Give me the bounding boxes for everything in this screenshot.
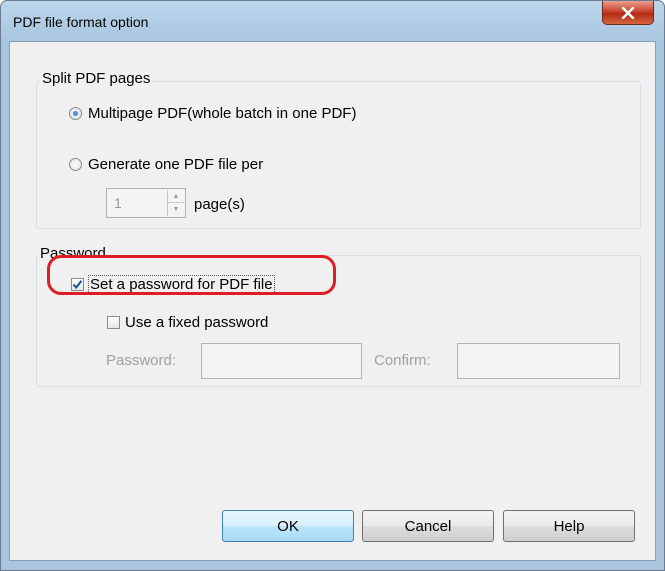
- pages-unit-label: page(s): [194, 196, 245, 213]
- confirm-input[interactable]: [457, 343, 620, 379]
- multipage-label: Multipage PDF(whole batch in one PDF): [88, 105, 357, 122]
- title-bar[interactable]: PDF file format option: [1, 1, 664, 41]
- close-icon: [621, 6, 635, 19]
- set-password-label: Set a password for PDF file: [88, 275, 275, 294]
- pages-stepper[interactable]: 1 ▲ ▼: [106, 188, 186, 218]
- help-button[interactable]: Help: [503, 510, 635, 542]
- per-page-label: Generate one PDF file per: [88, 156, 264, 173]
- set-password-checkbox[interactable]: [71, 278, 84, 291]
- confirm-field-label: Confirm:: [374, 352, 431, 369]
- triangle-down-icon: ▼: [172, 206, 180, 213]
- multipage-pdf-option[interactable]: Multipage PDF(whole batch in one PDF): [69, 105, 356, 122]
- checkmark-icon: [72, 280, 83, 290]
- multipage-radio[interactable]: [69, 107, 82, 120]
- stepper-up-button[interactable]: ▲: [168, 190, 184, 203]
- generate-per-page-option[interactable]: Generate one PDF file per: [69, 156, 263, 173]
- fixed-password-checkbox[interactable]: [107, 316, 120, 329]
- ok-button[interactable]: OK: [222, 510, 354, 542]
- triangle-up-icon: ▲: [172, 192, 180, 200]
- dialog-window: PDF file format option Split PDF pages M…: [0, 0, 665, 571]
- dialog-client-area: Split PDF pages Multipage PDF(whole batc…: [9, 41, 656, 561]
- pages-stepper-buttons: ▲ ▼: [167, 190, 184, 216]
- fixed-password-label: Use a fixed password: [125, 314, 269, 331]
- cancel-button[interactable]: Cancel: [362, 510, 494, 542]
- fixed-password-option[interactable]: Use a fixed password: [107, 314, 268, 331]
- password-input[interactable]: [201, 343, 362, 379]
- pages-stepper-value: 1: [114, 195, 122, 211]
- window-title: PDF file format option: [13, 14, 149, 30]
- password-field-label: Password:: [106, 352, 177, 369]
- set-password-option[interactable]: Set a password for PDF file: [71, 275, 275, 294]
- password-group-label: Password: [38, 245, 108, 262]
- per-page-radio[interactable]: [69, 158, 82, 171]
- close-button[interactable]: [602, 1, 654, 25]
- stepper-down-button[interactable]: ▼: [168, 203, 184, 216]
- split-pdf-pages-label: Split PDF pages: [40, 70, 153, 87]
